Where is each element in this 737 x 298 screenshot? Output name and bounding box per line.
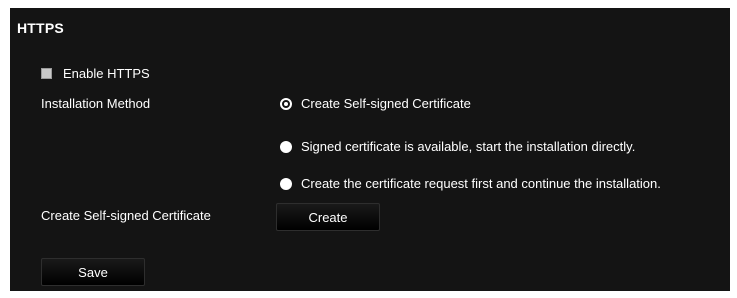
create-button[interactable]: Create [276, 203, 380, 231]
enable-https-row[interactable]: Enable HTTPS [41, 66, 150, 81]
radio-option-request-first[interactable]: Create the certificate request first and… [280, 176, 661, 191]
radio-option-signed-available[interactable]: Signed certificate is available, start t… [280, 139, 635, 154]
radio-button[interactable] [280, 177, 292, 190]
radio-option-self-signed[interactable]: Create Self-signed Certificate [280, 96, 471, 111]
https-settings-panel: HTTPS Enable HTTPS Installation Method C… [10, 8, 730, 291]
enable-https-checkbox[interactable] [41, 68, 52, 79]
create-self-signed-label: Create Self-signed Certificate [41, 208, 211, 223]
enable-https-label: Enable HTTPS [63, 66, 150, 81]
radio-option-label: Signed certificate is available, start t… [301, 139, 636, 154]
radio-option-label: Create the certificate request first and… [301, 176, 661, 191]
section-title: HTTPS [17, 20, 64, 36]
installation-method-label: Installation Method [41, 96, 151, 111]
radio-button[interactable] [280, 140, 292, 153]
radio-button-selected[interactable] [280, 97, 292, 110]
save-button[interactable]: Save [41, 258, 145, 286]
radio-option-label: Create Self-signed Certificate [301, 96, 471, 111]
